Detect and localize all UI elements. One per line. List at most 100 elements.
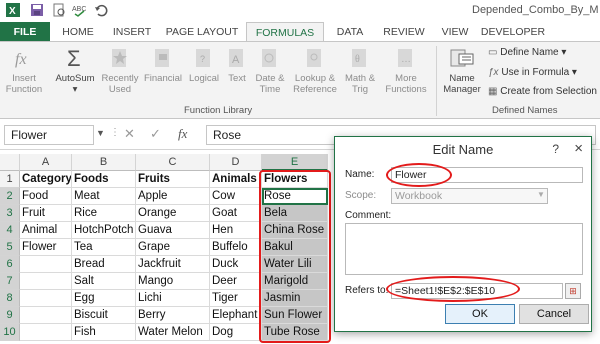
logical-label: Logical (188, 73, 220, 84)
tab-formulas[interactable]: FORMULAS (246, 22, 324, 42)
spelling-icon[interactable]: ABC (72, 3, 86, 17)
cancel-button[interactable]: Cancel (519, 304, 589, 324)
grid-cell[interactable]: Animals (210, 171, 262, 188)
name-box-dropdown-icon[interactable]: ▼ (96, 128, 105, 138)
tab-home[interactable]: HOME (54, 22, 102, 42)
grid-cell[interactable]: Dog (210, 324, 262, 341)
tab-page-layout[interactable]: PAGE LAYOUT (162, 22, 242, 42)
ok-button[interactable]: OK (445, 304, 515, 324)
insert-function-label-2: Function (5, 84, 43, 95)
grid-cell[interactable]: Elephant (210, 307, 262, 324)
autosum-button[interactable]: Σ AutoSum ▾ (52, 46, 98, 95)
refers-to-highlight (386, 276, 520, 302)
grid-cell[interactable]: Biscuit (72, 307, 136, 324)
grid-cell[interactable]: Tea (72, 239, 136, 256)
row-header[interactable]: 5 (0, 239, 20, 256)
grid-cell[interactable]: Hen (210, 222, 262, 239)
tab-insert[interactable]: INSERT (106, 22, 158, 42)
print-preview-icon[interactable] (52, 3, 66, 17)
row-header[interactable]: 1 (0, 171, 20, 188)
row-header[interactable]: 10 (0, 324, 20, 341)
grid-cell[interactable]: Mango (136, 273, 210, 290)
tab-developer[interactable]: DEVELOPER (478, 22, 548, 42)
grid-cell[interactable]: Jackfruit (136, 256, 210, 273)
grid-cell[interactable]: Orange (136, 205, 210, 222)
close-icon[interactable]: × (574, 140, 583, 157)
grid-cell[interactable]: Salt (72, 273, 136, 290)
grid-cell[interactable]: Food (20, 188, 72, 205)
grid-cell[interactable] (20, 256, 72, 273)
grid-cell[interactable]: Fruit (20, 205, 72, 222)
collapse-dialog-icon[interactable]: ⊞ (565, 283, 581, 299)
grid-cell[interactable]: Tiger (210, 290, 262, 307)
tab-review[interactable]: REVIEW (376, 22, 432, 42)
lookup-reference-button[interactable]: Lookup & Reference (290, 46, 340, 95)
name-manager-button[interactable]: Name Manager (440, 46, 484, 95)
grid-cell[interactable]: Meat (72, 188, 136, 205)
comment-field[interactable] (345, 223, 583, 275)
grid-cell[interactable] (20, 307, 72, 324)
grid-cell[interactable]: Flower (20, 239, 72, 256)
grid-cell[interactable]: Rice (72, 205, 136, 222)
help-icon[interactable]: ? (552, 142, 559, 156)
row-header[interactable]: 6 (0, 256, 20, 273)
define-name-button[interactable]: ▭ Define Name ▾ (488, 47, 566, 58)
financial-book-icon (155, 49, 169, 67)
select-all-corner[interactable] (0, 154, 20, 171)
save-icon[interactable] (30, 3, 44, 17)
financial-button[interactable]: Financial (142, 46, 184, 84)
grid-cell[interactable]: Buffelo (210, 239, 262, 256)
grid-cell[interactable]: Fish (72, 324, 136, 341)
column-header-b[interactable]: B (72, 154, 136, 171)
grid-cell[interactable]: Lichi (136, 290, 210, 307)
create-from-selection-button[interactable]: ▦ Create from Selection (488, 86, 597, 97)
grid-cell[interactable]: Cow (210, 188, 262, 205)
lookup-label-1: Lookup & (294, 73, 336, 84)
grid-cell[interactable]: Animal (20, 222, 72, 239)
more-functions-button[interactable]: … More Functions (382, 46, 430, 95)
use-in-formula-button[interactable]: ƒx Use in Formula ▾ (488, 67, 577, 78)
grid-cell[interactable]: Grape (136, 239, 210, 256)
column-header-d[interactable]: D (210, 154, 262, 171)
column-header-a[interactable]: A (20, 154, 72, 171)
math-trig-button[interactable]: θ Math & Trig (342, 46, 378, 95)
grid-cell[interactable]: Guava (136, 222, 210, 239)
column-header-e[interactable]: E (262, 154, 328, 171)
grid-cell[interactable]: Bread (72, 256, 136, 273)
row-header[interactable]: 7 (0, 273, 20, 290)
grid-cell[interactable] (20, 290, 72, 307)
undo-icon[interactable] (94, 3, 108, 17)
name-box[interactable]: Flower (4, 125, 94, 145)
grid-cell[interactable] (20, 273, 72, 290)
grid-cell[interactable]: Deer (210, 273, 262, 290)
recently-used-button[interactable]: Recently Used (100, 46, 140, 95)
grid-cell[interactable] (20, 324, 72, 341)
row-header[interactable]: 3 (0, 205, 20, 222)
grid-cell[interactable]: HotchPotch (72, 222, 136, 239)
grid-cell[interactable]: Fruits (136, 171, 210, 188)
grid-cell[interactable]: Duck (210, 256, 262, 273)
tab-data[interactable]: DATA (328, 22, 372, 42)
insert-function-button[interactable]: fx Insert Function (2, 46, 46, 95)
row-header[interactable]: 2 (0, 188, 20, 205)
row-header[interactable]: 9 (0, 307, 20, 324)
tab-file[interactable]: FILE (0, 22, 50, 42)
insert-function-icon[interactable]: fx (178, 126, 187, 142)
grid-cell[interactable]: Berry (136, 307, 210, 324)
grid-cell[interactable]: Apple (136, 188, 210, 205)
column-header-c[interactable]: C (136, 154, 210, 171)
logical-button[interactable]: ? Logical (186, 46, 222, 84)
text-button[interactable]: A Text (224, 46, 250, 84)
tab-view[interactable]: VIEW (436, 22, 474, 42)
grid-cell[interactable]: Egg (72, 290, 136, 307)
date-time-button[interactable]: Date & Time (252, 46, 288, 95)
row-header[interactable]: 8 (0, 290, 20, 307)
grid-cell[interactable]: Category (20, 171, 72, 188)
cancel-entry-icon[interactable]: ✕ (124, 126, 135, 142)
grid-cell[interactable]: Water Melon (136, 324, 210, 341)
confirm-entry-icon[interactable]: ✓ (150, 126, 161, 142)
ribbon-group-divider (436, 46, 437, 116)
grid-cell[interactable]: Goat (210, 205, 262, 222)
row-header[interactable]: 4 (0, 222, 20, 239)
grid-cell[interactable]: Foods (72, 171, 136, 188)
